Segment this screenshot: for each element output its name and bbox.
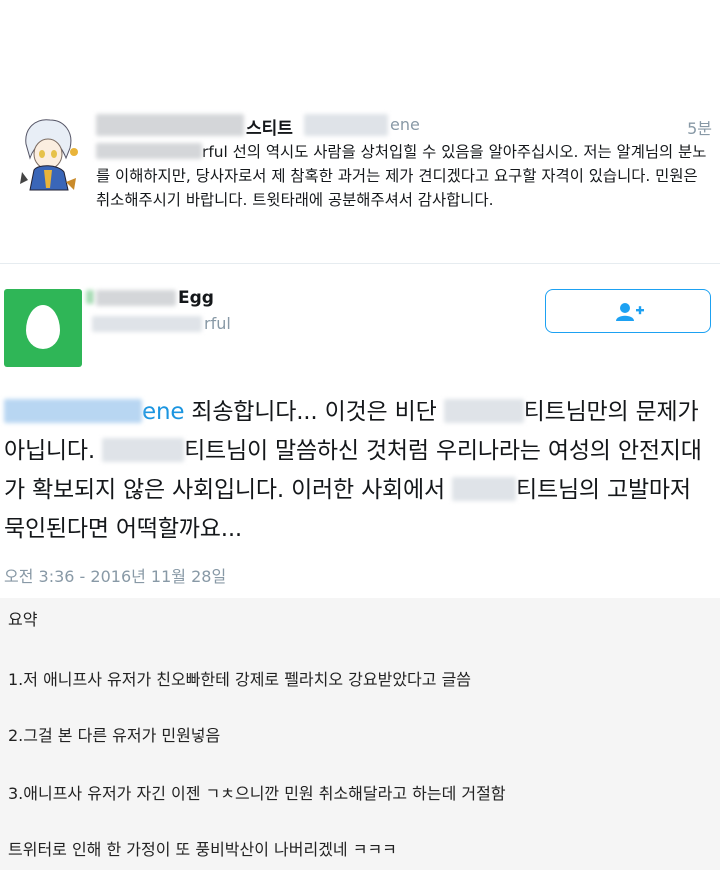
redacted-name xyxy=(86,290,94,304)
summary-line-2: 2.그걸 본 다른 유저가 민원넣음 xyxy=(8,726,221,745)
tweet-text-part-1: 죄송합니다... 이것은 비단 xyxy=(184,399,444,425)
reply-text: rful 선의 역시도 사람을 상처입힐 수 있음을 알아주십시오. 저는 알계… xyxy=(96,140,716,212)
redacted-mention xyxy=(4,399,142,423)
add-user-icon xyxy=(616,303,644,321)
summary-line-1: 1.저 애니프사 유저가 친오빠한테 강제로 펠라치오 강요받았다고 글씀 xyxy=(8,670,472,689)
summary-title: 요약 xyxy=(8,610,38,629)
redacted-handle xyxy=(92,316,202,332)
redacted-name xyxy=(102,438,185,462)
reply-tweet: 스티트 ene 5분 rful 선의 역시도 사람을 상처입힐 수 있음을 알아… xyxy=(0,100,720,260)
redacted-name xyxy=(96,114,244,136)
anime-avatar[interactable] xyxy=(18,114,80,196)
tweet-author-handle[interactable]: rful xyxy=(204,314,231,333)
tweet-text: ene 죄송합니다... 이것은 비단 티트님만의 문제가 아닙니다. 티트님이… xyxy=(4,393,716,549)
summary-line-3: 3.애니프사 유저가 자긴 이젠 ㄱㅊ으니깐 민원 취소해달라고 하는데 거절함 xyxy=(8,784,506,803)
reply-timestamp[interactable]: 5분 xyxy=(687,115,712,139)
redacted-mention xyxy=(96,143,202,159)
divider xyxy=(0,263,720,264)
egg-icon xyxy=(26,305,60,349)
follow-button[interactable] xyxy=(545,289,711,333)
redacted-name xyxy=(443,399,524,423)
summary-box: 요약 1.저 애니프사 유저가 친오빠한테 강제로 펠라치오 강요받았다고 글씀… xyxy=(0,598,720,870)
reply-text-fragment: rful xyxy=(202,143,228,161)
tweet-author-name[interactable]: Egg xyxy=(178,288,214,308)
reply-author-name[interactable]: 스티트 xyxy=(246,114,293,139)
summary-line-4: 트위터로 인해 한 가정이 또 풍비박산이 나버리겠네 ㅋㅋㅋ xyxy=(8,840,397,859)
reply-author-handle[interactable]: ene xyxy=(390,115,420,134)
redacted-name xyxy=(452,477,517,501)
egg-avatar[interactable] xyxy=(4,289,82,367)
mention-link[interactable]: ene xyxy=(142,399,184,425)
tweet-timestamp[interactable]: 오전 3:36 - 2016년 11월 28일 xyxy=(4,563,226,587)
redacted-handle xyxy=(304,114,388,136)
redacted-name xyxy=(96,290,176,306)
